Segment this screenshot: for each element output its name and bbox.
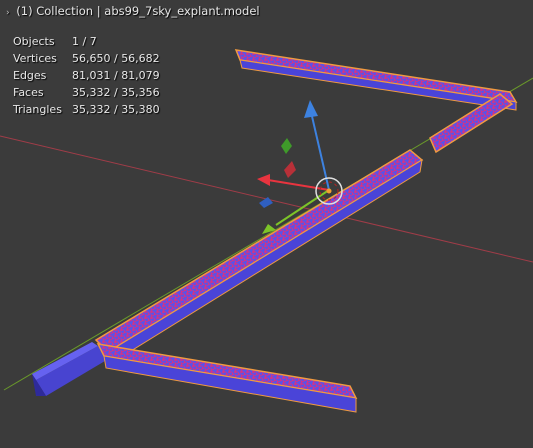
stat-label: Triangles [13, 103, 62, 116]
stat-value: 81,031 / 81,079 [72, 69, 160, 82]
gizmo-plane-red[interactable] [284, 161, 296, 178]
statistics-overlay: Objects 1 / 7 Vertices 56,650 / 56,682 E… [13, 33, 160, 118]
gizmo-plane-blue[interactable] [259, 197, 273, 208]
stat-value: 35,332 / 35,380 [72, 103, 160, 116]
stat-value: 1 / 7 [72, 35, 97, 48]
stat-label: Faces [13, 86, 44, 99]
stat-label: Edges [13, 69, 47, 82]
stat-row-edges: Edges 81,031 / 81,079 [13, 67, 160, 84]
stat-row-objects: Objects 1 / 7 [13, 33, 160, 50]
stat-row-faces: Faces 35,332 / 35,356 [13, 84, 160, 101]
gizmo-plane-green[interactable] [281, 138, 292, 154]
origin-dot [326, 188, 332, 194]
expand-caret-icon[interactable]: › [6, 8, 10, 18]
3d-viewport[interactable]: › (1) Collection | abs99_7sky_explant.mo… [0, 0, 533, 448]
gizmo-z-head[interactable] [304, 100, 318, 118]
stat-label: Vertices [13, 52, 57, 65]
stat-value: 35,332 / 35,356 [72, 86, 160, 99]
stat-row-vertices: Vertices 56,650 / 56,682 [13, 50, 160, 67]
viewport-header: › (1) Collection | abs99_7sky_explant.mo… [6, 4, 260, 18]
stat-value: 56,650 / 56,682 [72, 52, 160, 65]
stat-label: Objects [13, 35, 55, 48]
collection-label: (1) Collection | abs99_7sky_explant.mode… [16, 4, 260, 18]
stat-row-triangles: Triangles 35,332 / 35,380 [13, 101, 160, 118]
gizmo-x-head[interactable] [257, 174, 270, 186]
